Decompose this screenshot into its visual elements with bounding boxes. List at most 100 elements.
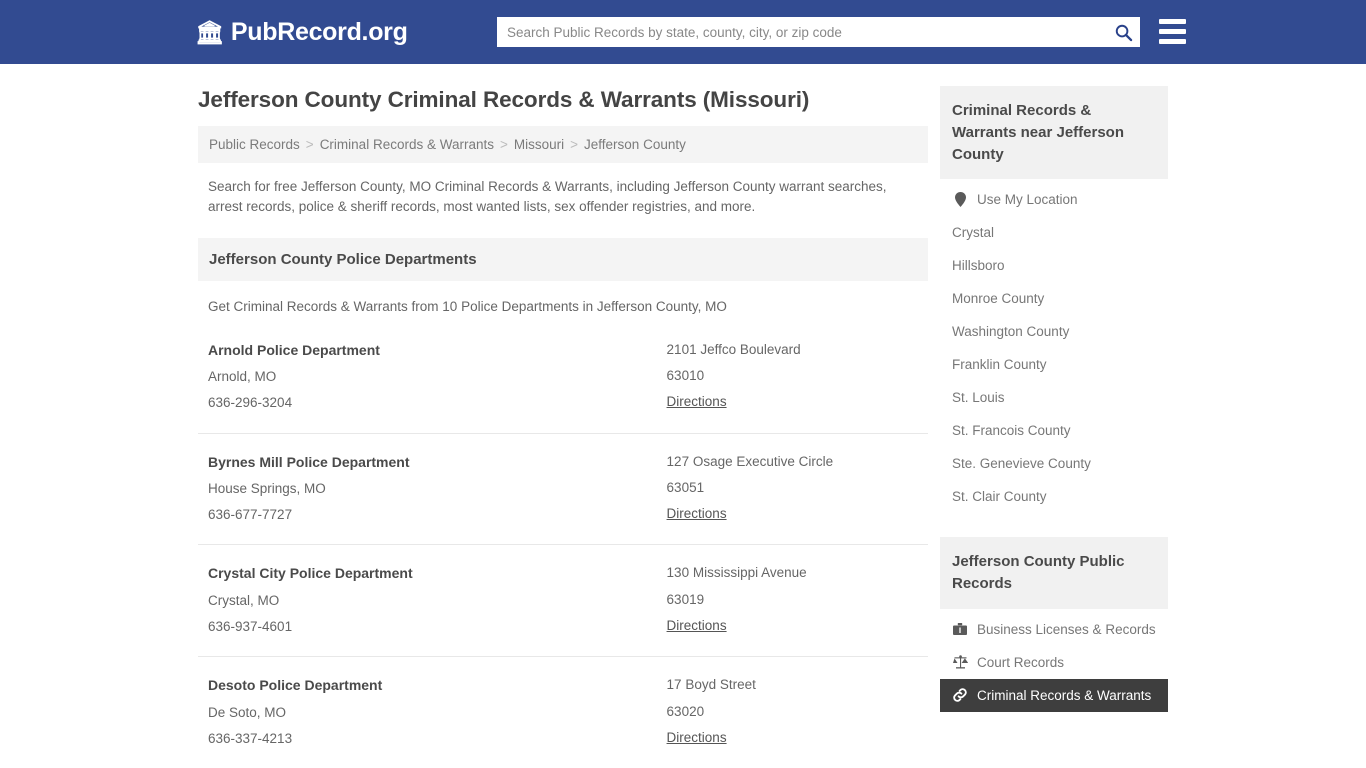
sidebar-item-label: St. Francois County bbox=[952, 423, 1071, 439]
department-zip: 63051 bbox=[666, 479, 705, 495]
directions-link[interactable]: Directions bbox=[667, 501, 727, 527]
sidebar-item-st-clair-county[interactable]: St. Clair County bbox=[940, 480, 1168, 513]
breadcrumb-item-missouri[interactable]: Missouri bbox=[514, 137, 564, 152]
department-name[interactable]: Byrnes Mill Police Department bbox=[208, 449, 667, 476]
sidebar-item-label: Ste. Genevieve County bbox=[952, 456, 1091, 472]
breadcrumb-separator: > bbox=[499, 137, 508, 153]
sidebar-item-label: Monroe County bbox=[952, 291, 1045, 307]
table-row: Byrnes Mill Police Department House Sprin… bbox=[198, 434, 928, 546]
public-records-box: Jefferson County Public Records Business… bbox=[940, 537, 1168, 712]
breadcrumb-item-criminal-records[interactable]: Criminal Records & Warrants bbox=[320, 137, 494, 152]
section-subtitle: Get Criminal Records & Warrants from 10 … bbox=[208, 298, 727, 314]
sidebar-item-label: Franklin County bbox=[952, 357, 1047, 373]
department-city-state: De Soto, MO bbox=[208, 704, 287, 720]
department-phone: 636-337-4213 bbox=[208, 731, 293, 746]
sidebar-item-ste-genevieve-county[interactable]: Ste. Genevieve County bbox=[940, 447, 1168, 480]
section-title: Jefferson County Police Departments bbox=[198, 237, 928, 281]
page-body: Jefferson County Criminal Records & Warr… bbox=[0, 64, 1366, 768]
table-row: Arnold Police Department Arnold, MO 636-29… bbox=[198, 322, 928, 434]
content-container: Jefferson County Criminal Records & Warr… bbox=[198, 64, 1168, 768]
listing-primary-column: Byrnes Mill Police Department House Sprin… bbox=[208, 449, 667, 529]
department-address: 130 Mississippi Avenue bbox=[666, 565, 807, 581]
sidebar-item-crystal[interactable]: Crystal bbox=[940, 216, 1168, 249]
sidebar-item-washington-county[interactable]: Washington County bbox=[940, 315, 1168, 348]
breadcrumb-separator: > bbox=[305, 137, 314, 153]
listing-address-column: 17 Boyd Street 63020 Directions bbox=[667, 672, 918, 752]
department-zip: 63010 bbox=[666, 367, 705, 383]
sidebar-item-hillsboro[interactable]: Hillsboro bbox=[940, 249, 1168, 282]
scales-icon bbox=[952, 655, 968, 669]
hamburger-bar bbox=[1159, 19, 1186, 24]
main-column: Jefferson County Criminal Records & Warr… bbox=[198, 86, 928, 768]
department-name[interactable]: Arnold Police Department bbox=[208, 337, 667, 364]
nearby-records-list: Use My Location Crystal Hillsboro Monroe Co… bbox=[940, 179, 1168, 513]
sidebar-item-label: St. Louis bbox=[952, 390, 1005, 406]
department-zip: 63020 bbox=[666, 703, 705, 719]
directions-link[interactable]: Directions bbox=[667, 725, 727, 751]
directions-link[interactable]: Directions bbox=[667, 613, 727, 639]
search-input[interactable] bbox=[497, 17, 1106, 47]
breadcrumb-item-jefferson-county[interactable]: Jefferson County bbox=[584, 137, 686, 152]
department-city-state: Arnold, MO bbox=[208, 368, 277, 384]
listing-address-column: 2101 Jeffco Boulevard 63010 Directions bbox=[667, 337, 918, 417]
department-city-state: Crystal, MO bbox=[208, 592, 280, 608]
site-header: 🏛 PubRecord.org bbox=[0, 0, 1366, 64]
search-button[interactable] bbox=[1106, 17, 1140, 47]
hamburger-menu-icon[interactable] bbox=[1159, 19, 1186, 44]
sidebar-item-franklin-county[interactable]: Franklin County bbox=[940, 348, 1168, 381]
hamburger-bar bbox=[1159, 39, 1186, 44]
sidebar-item-label: St. Clair County bbox=[952, 489, 1047, 505]
map-pin-icon bbox=[952, 192, 968, 208]
table-row: Crystal City Police Department Crystal, M… bbox=[198, 545, 928, 658]
sidebar-item-monroe-county[interactable]: Monroe County bbox=[940, 282, 1168, 315]
listing-address-column: 127 Osage Executive Circle 63051 Direction… bbox=[667, 449, 918, 529]
sidebar-item-st-louis[interactable]: St. Louis bbox=[940, 381, 1168, 414]
department-phone: 636-677-7727 bbox=[208, 507, 293, 523]
site-logo[interactable]: 🏛 PubRecord.org bbox=[195, 18, 408, 47]
listing-primary-column: Crystal City Police Department Crystal, M… bbox=[208, 560, 667, 640]
breadcrumb-separator: > bbox=[570, 137, 579, 153]
public-records-title: Jefferson County Public Records bbox=[940, 537, 1168, 609]
intro-description: Search for free Jefferson County, MO Cri… bbox=[208, 179, 887, 215]
public-records-list: Business Licenses & Records Court Records… bbox=[940, 609, 1168, 712]
search-icon bbox=[1115, 24, 1132, 41]
department-name[interactable]: Crystal City Police Department bbox=[208, 560, 667, 587]
page-title: Jefferson County Criminal Records & Warr… bbox=[198, 87, 810, 112]
sidebar-item-business-licenses-records[interactable]: Business Licenses & Records bbox=[940, 613, 1168, 646]
department-address: 2101 Jeffco Boulevard bbox=[666, 341, 801, 357]
hamburger-bar bbox=[1159, 29, 1186, 34]
department-address: 127 Osage Executive Circle bbox=[666, 453, 834, 469]
search-bar bbox=[497, 17, 1140, 47]
police-department-list: Arnold Police Department Arnold, MO 636-29… bbox=[198, 322, 928, 768]
sidebar-item-label: Use My Location bbox=[977, 192, 1078, 208]
brand-name: PubRecord.org bbox=[230, 17, 408, 46]
sidebar-item-use-my-location[interactable]: Use My Location bbox=[940, 183, 1168, 216]
listing-address-column: 130 Mississippi Avenue 63019 Directions bbox=[667, 560, 918, 640]
department-name[interactable]: Desoto Police Department bbox=[208, 672, 667, 699]
sidebar: Criminal Records & Warrants near Jeffers… bbox=[940, 86, 1168, 768]
link-chain-icon bbox=[952, 688, 968, 702]
nearby-records-title: Criminal Records & Warrants near Jeffers… bbox=[940, 86, 1168, 180]
sidebar-item-st-francois-county[interactable]: St. Francois County bbox=[940, 414, 1168, 447]
department-city-state: House Springs, MO bbox=[208, 480, 326, 496]
sidebar-item-label: Court Records bbox=[977, 654, 1065, 670]
listing-primary-column: Desoto Police Department De Soto, MO 636-3… bbox=[208, 672, 667, 752]
department-phone: 636-296-3204 bbox=[208, 395, 293, 411]
table-row: Desoto Police Department De Soto, MO 636-3… bbox=[198, 657, 928, 768]
breadcrumb-item-public-records[interactable]: Public Records bbox=[209, 137, 300, 152]
bank-building-icon: 🏛 bbox=[195, 18, 224, 45]
sidebar-item-label: Criminal Records & Warrants bbox=[977, 687, 1152, 703]
sidebar-item-label: Crystal bbox=[952, 225, 995, 241]
breadcrumb: Public Records > Criminal Records & Warr… bbox=[198, 126, 928, 164]
sidebar-item-label: Business Licenses & Records bbox=[977, 621, 1156, 637]
sidebar-item-court-records[interactable]: Court Records bbox=[940, 646, 1168, 679]
listing-primary-column: Arnold Police Department Arnold, MO 636-29… bbox=[208, 337, 667, 417]
briefcase-icon bbox=[952, 622, 968, 636]
sidebar-item-criminal-records-warrants[interactable]: Criminal Records & Warrants bbox=[940, 678, 1168, 712]
department-address: 17 Boyd Street bbox=[666, 677, 756, 693]
sidebar-item-label: Washington County bbox=[952, 324, 1070, 340]
directions-link[interactable]: Directions bbox=[667, 389, 727, 415]
sidebar-item-label: Hillsboro bbox=[952, 258, 1005, 274]
department-zip: 63019 bbox=[666, 591, 705, 607]
department-phone: 636-937-4601 bbox=[208, 619, 293, 635]
